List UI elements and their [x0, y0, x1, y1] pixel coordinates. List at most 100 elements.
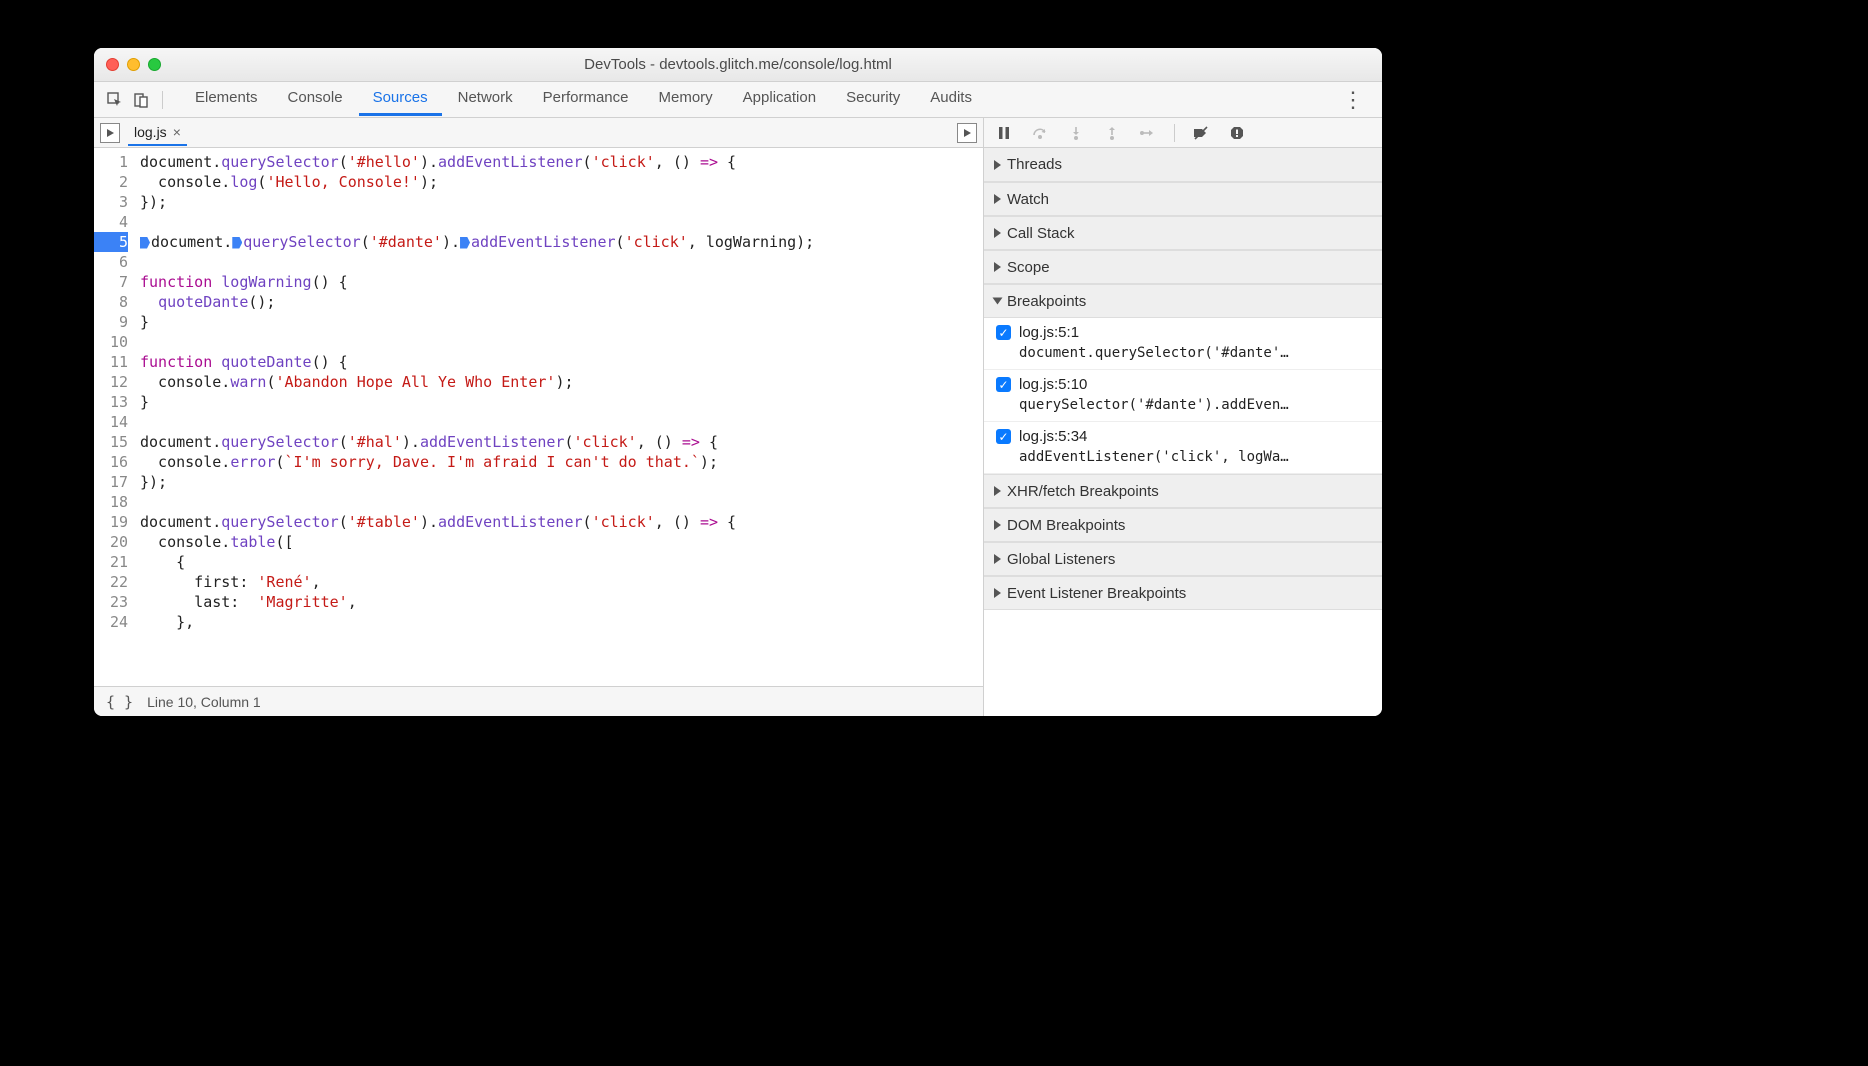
tab-application[interactable]: Application — [729, 83, 830, 116]
minimize-window-button[interactable] — [127, 58, 140, 71]
breakpoint-checkbox[interactable]: ✓ — [996, 429, 1011, 444]
pane-title: Global Listeners — [1007, 551, 1115, 568]
line-number[interactable]: 15 — [94, 432, 128, 452]
code-line[interactable]: document.querySelector('#table').addEven… — [140, 512, 983, 532]
code-content[interactable]: document.querySelector('#hello').addEven… — [134, 148, 983, 686]
pane-header-call-stack[interactable]: Call Stack — [984, 216, 1382, 250]
pretty-print-icon[interactable]: { } — [106, 693, 133, 711]
breakpoint-item[interactable]: ✓log.js:5:34addEventListener('click', lo… — [984, 422, 1382, 474]
code-line[interactable]: console.table([ — [140, 532, 983, 552]
code-line[interactable] — [140, 212, 983, 232]
line-number[interactable]: 22 — [94, 572, 128, 592]
pane-header-dom-breakpoints[interactable]: DOM Breakpoints — [984, 508, 1382, 542]
inline-breakpoint-marker[interactable] — [140, 237, 150, 249]
more-tabs-icon[interactable] — [957, 123, 977, 143]
line-number[interactable]: 3 — [94, 192, 128, 212]
line-number[interactable]: 4 — [94, 212, 128, 232]
code-line[interactable]: function quoteDante() { — [140, 352, 983, 372]
code-line[interactable]: console.error(`I'm sorry, Dave. I'm afra… — [140, 452, 983, 472]
code-line[interactable]: console.warn('Abandon Hope All Ye Who En… — [140, 372, 983, 392]
code-line[interactable]: quoteDante(); — [140, 292, 983, 312]
line-number[interactable]: 11 — [94, 352, 128, 372]
tab-audits[interactable]: Audits — [916, 83, 986, 116]
pane-header-scope[interactable]: Scope — [984, 250, 1382, 284]
code-line[interactable]: document.querySelector('#dante').addEven… — [140, 232, 983, 252]
line-number[interactable]: 20 — [94, 532, 128, 552]
breakpoint-location: log.js:5:1 — [1019, 324, 1079, 341]
pane-header-threads[interactable]: Threads — [984, 148, 1382, 182]
inline-breakpoint-marker[interactable] — [460, 237, 470, 249]
tab-memory[interactable]: Memory — [645, 83, 727, 116]
code-line[interactable]: function logWarning() { — [140, 272, 983, 292]
line-number[interactable]: 12 — [94, 372, 128, 392]
code-line[interactable]: last: 'Magritte', — [140, 592, 983, 612]
line-number[interactable]: 18 — [94, 492, 128, 512]
code-line[interactable]: } — [140, 312, 983, 332]
pane-header-event-listener-breakpoints[interactable]: Event Listener Breakpoints — [984, 576, 1382, 610]
pane-header-global-listeners[interactable]: Global Listeners — [984, 542, 1382, 576]
tab-performance[interactable]: Performance — [529, 83, 643, 116]
code-editor[interactable]: 123456789101112131415161718192021222324 … — [94, 148, 983, 686]
pane-header-xhr-fetch-breakpoints[interactable]: XHR/fetch Breakpoints — [984, 474, 1382, 508]
device-toggle-icon[interactable] — [130, 89, 152, 111]
inline-breakpoint-marker[interactable] — [232, 237, 242, 249]
code-line[interactable]: { — [140, 552, 983, 572]
close-tab-icon[interactable]: × — [173, 124, 181, 140]
code-line[interactable]: document.querySelector('#hello').addEven… — [140, 152, 983, 172]
line-number[interactable]: 24 — [94, 612, 128, 632]
line-number[interactable]: 19 — [94, 512, 128, 532]
breakpoint-code: addEventListener('click', logWa… — [1019, 449, 1372, 465]
tab-network[interactable]: Network — [444, 83, 527, 116]
code-line[interactable]: } — [140, 392, 983, 412]
triangle-right-icon — [994, 554, 1001, 564]
line-number[interactable]: 8 — [94, 292, 128, 312]
file-tab-label: log.js — [134, 124, 167, 140]
code-line[interactable]: }, — [140, 612, 983, 632]
tab-elements[interactable]: Elements — [181, 83, 272, 116]
line-gutter[interactable]: 123456789101112131415161718192021222324 — [94, 148, 134, 686]
code-line[interactable] — [140, 252, 983, 272]
line-number[interactable]: 9 — [94, 312, 128, 332]
deactivate-breakpoints-icon[interactable] — [1191, 123, 1211, 143]
pane-header-watch[interactable]: Watch — [984, 182, 1382, 216]
pause-icon[interactable] — [994, 123, 1014, 143]
more-menu-icon[interactable]: ⋮ — [1336, 93, 1372, 107]
code-line[interactable]: console.log('Hello, Console!'); — [140, 172, 983, 192]
breakpoint-checkbox[interactable]: ✓ — [996, 377, 1011, 392]
tab-security[interactable]: Security — [832, 83, 914, 116]
code-line[interactable]: }); — [140, 472, 983, 492]
window-title: DevTools - devtools.glitch.me/console/lo… — [94, 56, 1382, 73]
file-tab-logjs[interactable]: log.js × — [128, 120, 187, 146]
code-line[interactable] — [140, 412, 983, 432]
code-line[interactable]: first: 'René', — [140, 572, 983, 592]
line-number[interactable]: 1 — [94, 152, 128, 172]
line-number[interactable]: 10 — [94, 332, 128, 352]
breakpoint-item[interactable]: ✓log.js:5:10querySelector('#dante').addE… — [984, 370, 1382, 422]
line-number[interactable]: 6 — [94, 252, 128, 272]
pause-on-exceptions-icon[interactable] — [1227, 123, 1247, 143]
breakpoint-checkbox[interactable]: ✓ — [996, 325, 1011, 340]
line-number[interactable]: 21 — [94, 552, 128, 572]
line-number[interactable]: 2 — [94, 172, 128, 192]
debugger-toolbar — [984, 118, 1382, 148]
show-navigator-icon[interactable] — [100, 123, 120, 143]
code-line[interactable] — [140, 332, 983, 352]
code-line[interactable]: document.querySelector('#hal').addEventL… — [140, 432, 983, 452]
line-number[interactable]: 23 — [94, 592, 128, 612]
inspect-icon[interactable] — [104, 89, 126, 111]
tab-console[interactable]: Console — [274, 83, 357, 116]
line-number[interactable]: 17 — [94, 472, 128, 492]
line-number[interactable]: 5 — [94, 232, 128, 252]
line-number[interactable]: 7 — [94, 272, 128, 292]
breakpoint-item[interactable]: ✓log.js:5:1document.querySelector('#dant… — [984, 318, 1382, 370]
maximize-window-button[interactable] — [148, 58, 161, 71]
line-number[interactable]: 14 — [94, 412, 128, 432]
line-number[interactable]: 13 — [94, 392, 128, 412]
code-line[interactable] — [140, 492, 983, 512]
step-out-icon — [1102, 123, 1122, 143]
close-window-button[interactable] — [106, 58, 119, 71]
tab-sources[interactable]: Sources — [359, 83, 442, 116]
pane-header-breakpoints[interactable]: Breakpoints — [984, 284, 1382, 318]
line-number[interactable]: 16 — [94, 452, 128, 472]
code-line[interactable]: }); — [140, 192, 983, 212]
